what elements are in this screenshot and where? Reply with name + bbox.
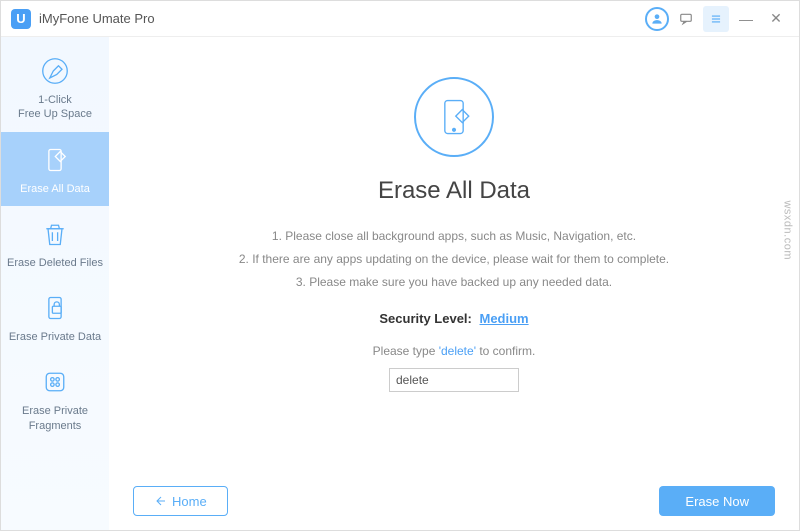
- sidebar-item-freeup[interactable]: 1-Click Free Up Space: [1, 43, 109, 132]
- sidebar-item-erase-deleted[interactable]: Erase Deleted Files: [1, 206, 109, 280]
- sidebar-item-label: Erase All Data: [20, 182, 90, 196]
- confirm-keyword: 'delete': [439, 344, 476, 358]
- instructions: 1. Please close all background apps, suc…: [239, 225, 669, 293]
- sidebar-item-label: Erase Deleted Files: [7, 256, 103, 270]
- body: 1-Click Free Up Space Erase All Data Era…: [1, 37, 799, 530]
- footer: Home Erase Now: [109, 486, 799, 516]
- erase-hero-icon: [414, 77, 494, 157]
- sidebar-item-label: Erase Private Fragments: [22, 404, 88, 433]
- erase-now-button[interactable]: Erase Now: [659, 486, 775, 516]
- sidebar-item-erase-private[interactable]: Erase Private Data: [1, 280, 109, 354]
- security-level-row: Security Level: Medium: [379, 311, 528, 326]
- phone-erase-icon: [39, 144, 71, 176]
- home-button-label: Home: [172, 494, 207, 509]
- lock-phone-icon: [39, 292, 71, 324]
- sidebar-item-erase-all[interactable]: Erase All Data: [1, 132, 109, 206]
- sidebar-item-label: 1-Click Free Up Space: [18, 93, 92, 122]
- confirm-input[interactable]: [389, 368, 519, 392]
- menu-icon[interactable]: [703, 6, 729, 32]
- erase-now-label: Erase Now: [685, 494, 749, 509]
- sidebar-item-label: Erase Private Data: [9, 330, 101, 344]
- trash-icon: [39, 218, 71, 250]
- close-icon[interactable]: ✕: [763, 6, 789, 32]
- back-arrow-icon: [154, 495, 168, 507]
- sidebar: 1-Click Free Up Space Erase All Data Era…: [1, 37, 109, 530]
- titlebar: U iMyFone Umate Pro — ✕: [1, 1, 799, 37]
- broom-icon: [39, 55, 71, 87]
- sidebar-item-erase-fragments[interactable]: Erase Private Fragments: [1, 354, 109, 443]
- instruction-line: 3. Please make sure you have backed up a…: [239, 271, 669, 294]
- feedback-icon[interactable]: [673, 6, 699, 32]
- account-icon[interactable]: [645, 7, 669, 31]
- instruction-line: 1. Please close all background apps, suc…: [239, 225, 669, 248]
- app-window: U iMyFone Umate Pro — ✕ 1-Click Free Up …: [0, 0, 800, 531]
- security-level-label: Security Level:: [379, 311, 472, 326]
- confirm-instruction: Please type 'delete' to confirm.: [373, 344, 536, 358]
- main-content: Erase All Data 1. Please close all backg…: [109, 37, 799, 530]
- page-title: Erase All Data: [378, 177, 530, 205]
- minimize-icon[interactable]: —: [733, 6, 759, 32]
- app-title: iMyFone Umate Pro: [39, 11, 155, 26]
- app-logo: U: [11, 9, 31, 29]
- instruction-line: 2. If there are any apps updating on the…: [239, 248, 669, 271]
- app-fragments-icon: [39, 366, 71, 398]
- home-button[interactable]: Home: [133, 486, 228, 516]
- security-level-link[interactable]: Medium: [480, 311, 529, 326]
